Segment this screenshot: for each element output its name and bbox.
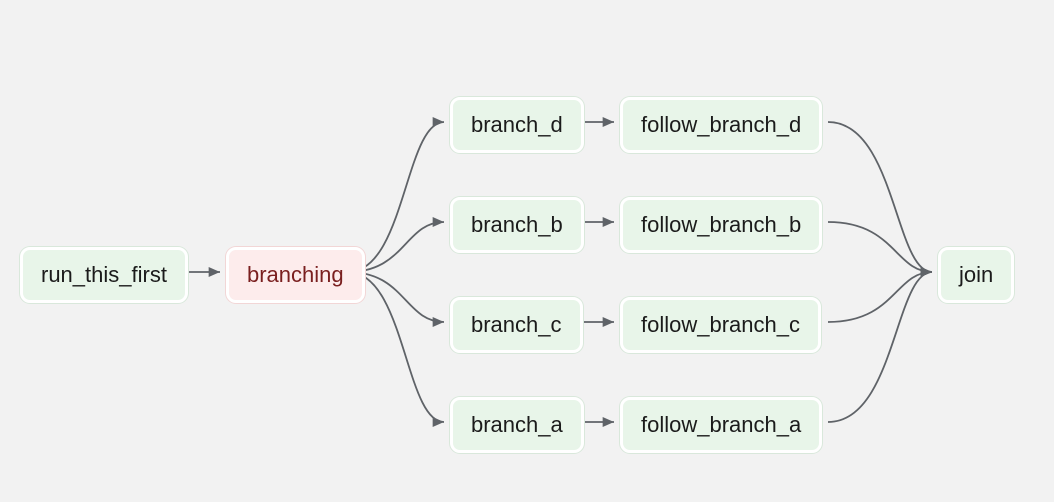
node-label: follow_branch_d xyxy=(641,112,801,137)
node-branch_b[interactable]: branch_b xyxy=(450,197,584,253)
node-branching[interactable]: branching xyxy=(226,247,365,303)
edge-follow_c-join xyxy=(828,272,932,322)
node-branch_c[interactable]: branch_c xyxy=(450,297,583,353)
node-run_this_first[interactable]: run_this_first xyxy=(20,247,188,303)
node-label: follow_branch_b xyxy=(641,212,801,237)
node-label: follow_branch_c xyxy=(641,312,800,337)
node-follow_branch_b[interactable]: follow_branch_b xyxy=(620,197,822,253)
node-label: run_this_first xyxy=(41,262,167,287)
node-follow_branch_d[interactable]: follow_branch_d xyxy=(620,97,822,153)
node-label: join xyxy=(959,262,993,287)
node-label: branching xyxy=(247,262,344,287)
node-branch_d[interactable]: branch_d xyxy=(450,97,584,153)
node-follow_branch_c[interactable]: follow_branch_c xyxy=(620,297,821,353)
node-label: branch_d xyxy=(471,112,563,137)
node-label: branch_c xyxy=(471,312,562,337)
edge-follow_b-join xyxy=(828,222,932,272)
node-branch_a[interactable]: branch_a xyxy=(450,397,584,453)
edge-follow_a-join xyxy=(828,272,932,422)
edge-follow_d-join xyxy=(828,122,932,272)
node-label: branch_a xyxy=(471,412,563,437)
dag-diagram: { "nodes": { "run_this_first": "run_this… xyxy=(0,0,1054,502)
node-follow_branch_a[interactable]: follow_branch_a xyxy=(620,397,822,453)
node-label: branch_b xyxy=(471,212,563,237)
node-join[interactable]: join xyxy=(938,247,1014,303)
node-label: follow_branch_a xyxy=(641,412,801,437)
